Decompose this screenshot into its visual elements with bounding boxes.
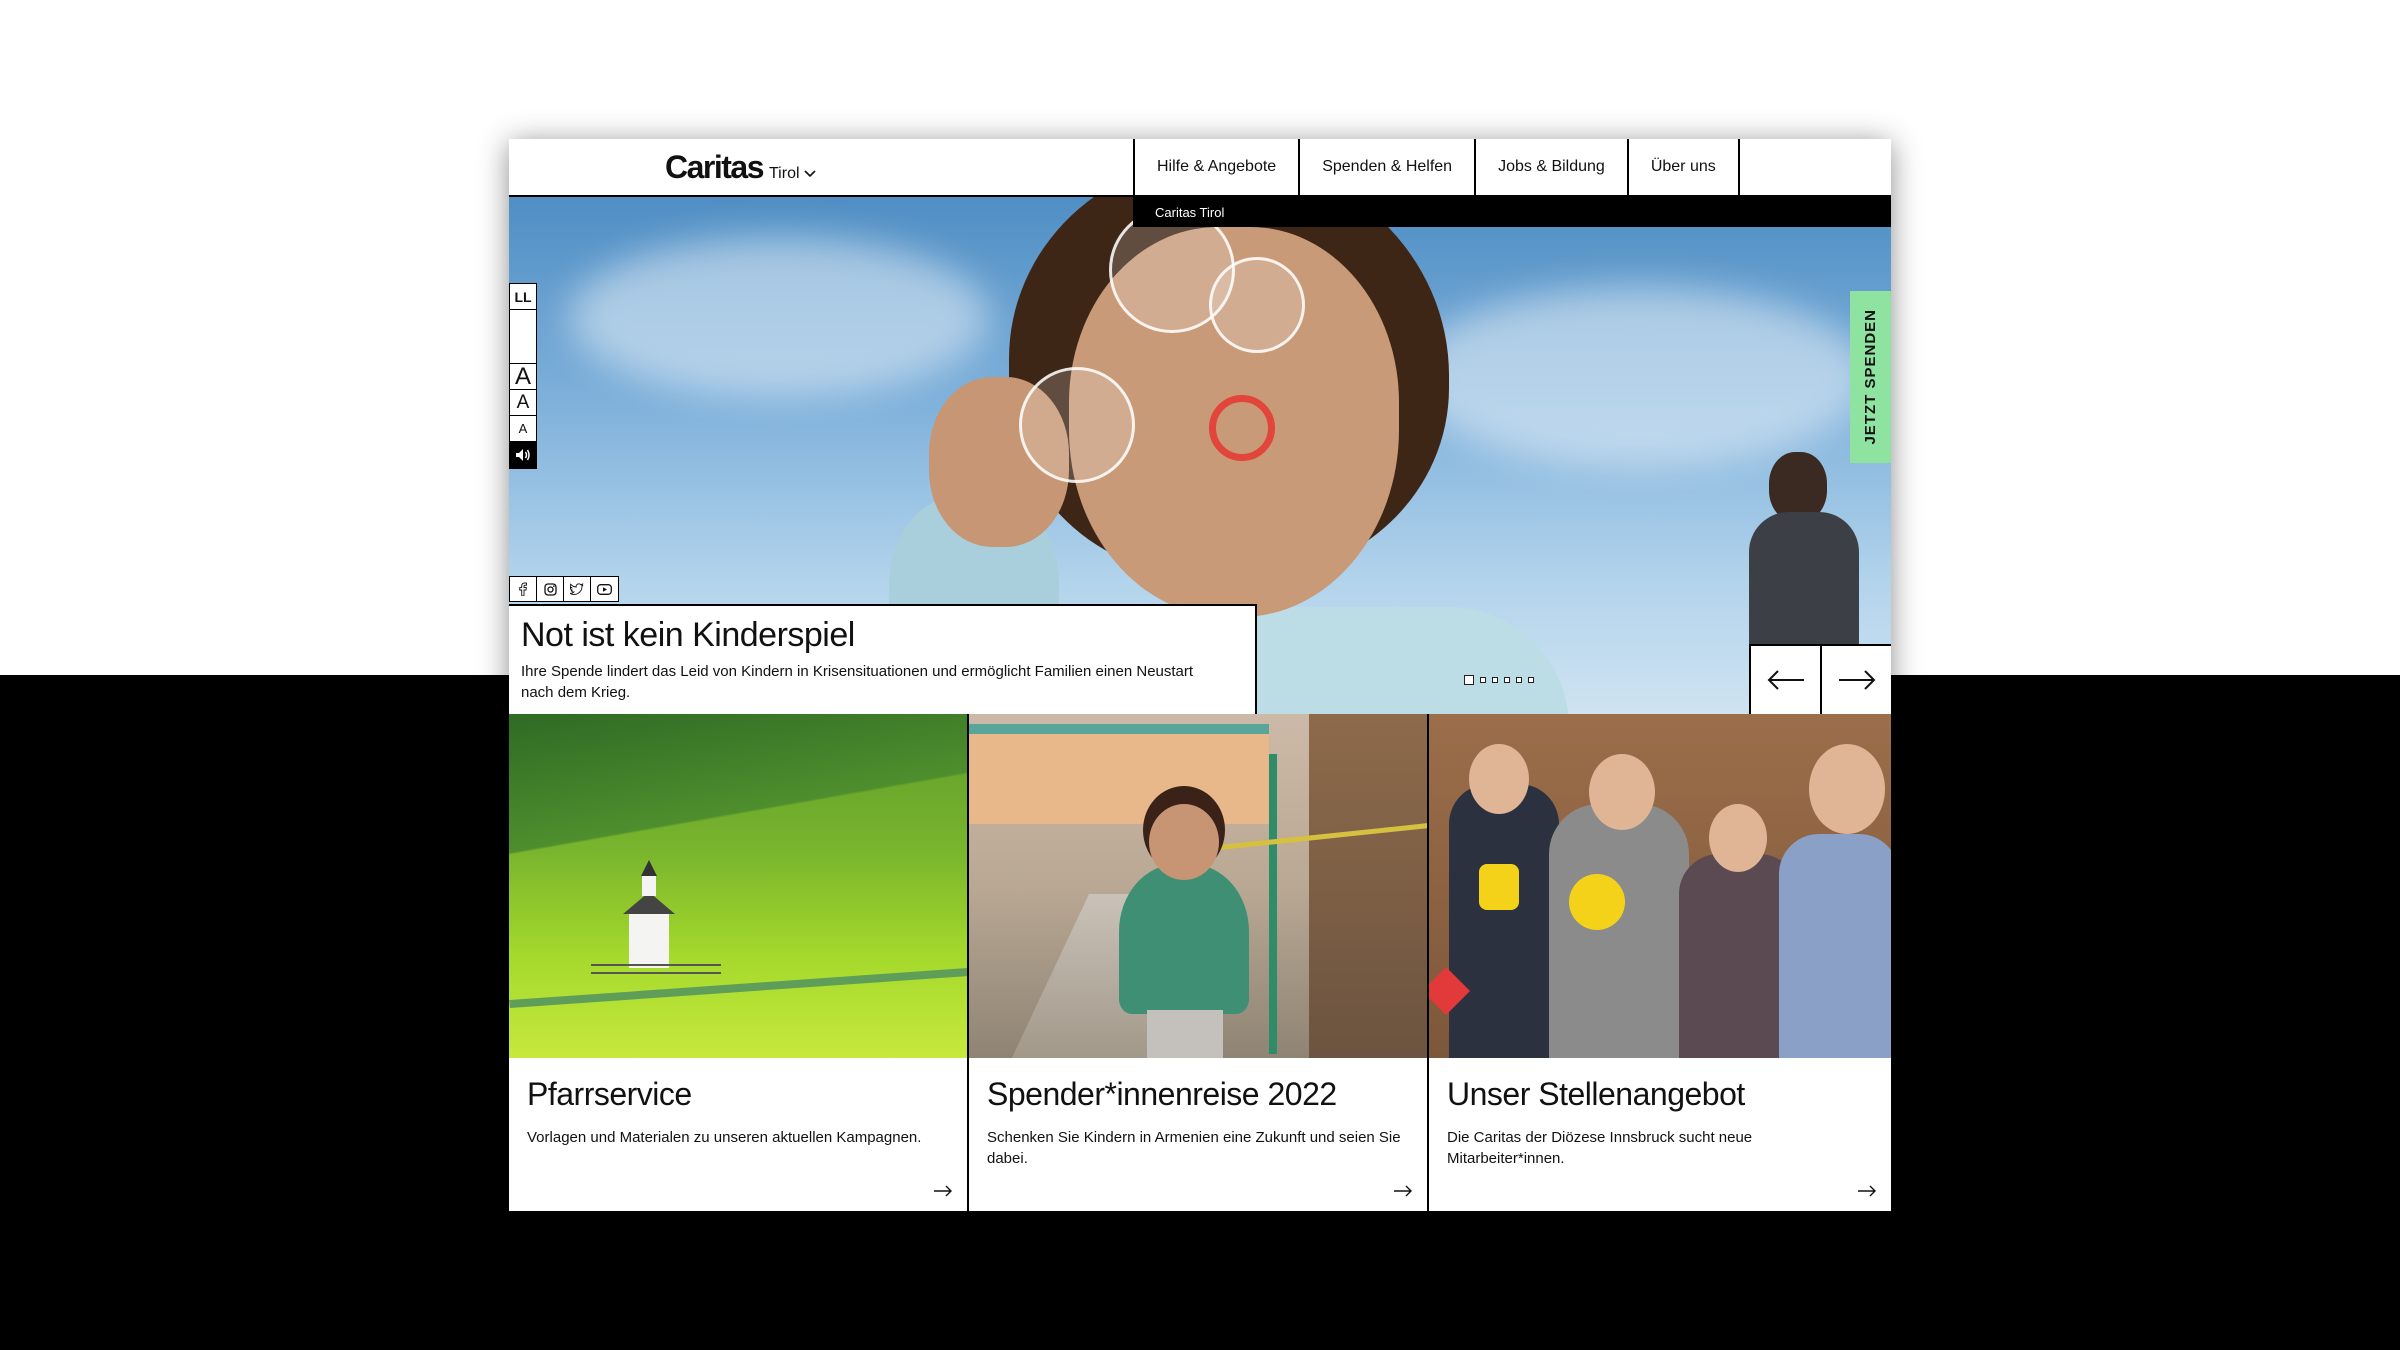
font-size-medium-button[interactable]: A <box>510 390 536 416</box>
child-head <box>1149 804 1219 880</box>
person-head <box>1709 804 1767 872</box>
chevron-down-icon <box>803 170 816 178</box>
slider-dot[interactable] <box>1464 675 1474 685</box>
card-body: Pfarrservice Vorlagen und Materialen zu … <box>509 1058 967 1211</box>
nav-item-spenden[interactable]: Spenden & Helfen <box>1300 139 1477 195</box>
breadcrumb-bar: Caritas Tirol <box>1133 197 1891 227</box>
teaser-card-pfarrservice[interactable]: Pfarrservice Vorlagen und Materialen zu … <box>509 714 969 1211</box>
read-aloud-button[interactable] <box>510 442 536 468</box>
easy-language-button[interactable]: LL <box>510 284 536 310</box>
speaker-icon <box>516 449 530 461</box>
card-body: Unser Stellenangebot Die Caritas der Diö… <box>1429 1058 1891 1211</box>
sky-cloud <box>569 237 989 397</box>
youtube-glyph <box>597 583 612 595</box>
card-text: Die Caritas der Diözese Innsbruck sucht … <box>1447 1129 1753 1167</box>
card-title: Unser Stellenangebot <box>1447 1076 1745 1112</box>
nav-item-jobs[interactable]: Jobs & Bildung <box>1476 139 1629 195</box>
bubble-wand <box>1209 395 1275 461</box>
child-legs <box>1147 1010 1223 1058</box>
region-selector[interactable]: Tirol <box>769 165 816 186</box>
nav-item-ueber-uns[interactable]: Über uns <box>1629 139 1740 195</box>
region-label: Tirol <box>769 165 800 182</box>
caritas-logo[interactable]: Caritas Tirol <box>665 149 816 186</box>
slider-pagination <box>1464 675 1534 685</box>
contrast-toggle[interactable] <box>510 310 536 364</box>
twitter-icon[interactable] <box>564 577 591 601</box>
person-4 <box>1779 834 1891 1058</box>
chapel <box>629 910 669 968</box>
social-links <box>509 576 619 602</box>
slider-dot[interactable] <box>1480 677 1486 683</box>
teaser-cards: Pfarrservice Vorlagen und Materialen zu … <box>509 714 1891 1211</box>
person-head <box>1809 744 1885 834</box>
card-title: Pfarrservice <box>527 1076 692 1112</box>
person-2 <box>1549 804 1689 1058</box>
youtube-icon[interactable] <box>591 577 618 601</box>
soap-bubble <box>1209 257 1305 353</box>
font-size-small-button[interactable]: A <box>510 416 536 442</box>
hero-caption[interactable]: Not ist kein Kinderspiel Ihre Spende lin… <box>509 604 1257 714</box>
meadow-chapel-image <box>509 714 967 1058</box>
stream <box>509 967 967 1009</box>
facebook-glyph <box>519 582 527 596</box>
slider-dot[interactable] <box>1516 677 1522 683</box>
card-title: Spender*innenreise 2022 <box>987 1076 1337 1112</box>
site-header: Caritas Tirol Hilfe & Angebote Spenden &… <box>509 139 1891 197</box>
team-photo-image <box>1429 714 1891 1058</box>
slider-arrows <box>1749 644 1891 714</box>
instagram-glyph <box>543 582 557 596</box>
child-jacket <box>1119 864 1249 1014</box>
arrow-right-icon[interactable] <box>1393 1185 1413 1197</box>
arrow-right-icon[interactable] <box>933 1185 953 1197</box>
donate-now-label: JETZT SPENDEN <box>1862 309 1879 445</box>
arrow-right-icon[interactable] <box>1857 1185 1877 1197</box>
slider-dot[interactable] <box>1492 677 1498 683</box>
person-1 <box>1449 784 1559 1058</box>
instagram-icon[interactable] <box>537 577 564 601</box>
twitter-glyph <box>570 583 584 595</box>
person-head <box>1469 744 1529 814</box>
building <box>969 734 1269 824</box>
fence <box>591 964 721 974</box>
sky-cloud <box>1409 287 1869 467</box>
chapel-tower <box>642 874 656 896</box>
slider-next-button[interactable] <box>1822 646 1891 714</box>
hero-text: Ihre Spende lindert das Leid von Kindern… <box>521 663 1194 701</box>
website-mockup: Caritas Tirol Hilfe & Angebote Spenden &… <box>509 139 1891 1211</box>
main-nav: Hilfe & Angebote Spenden & Helfen Jobs &… <box>1133 139 1740 195</box>
railing-post <box>1269 754 1277 1054</box>
trees <box>1309 714 1427 1058</box>
card-text: Vorlagen und Materialen zu unseren aktue… <box>527 1129 922 1146</box>
soap-bubble <box>1019 367 1135 483</box>
arrow-right-icon <box>1838 670 1875 690</box>
hero-slider: Caritas Tirol LL A A A Not ist kein Kind… <box>509 197 1891 714</box>
foam-hand-prop <box>1479 864 1519 910</box>
nav-item-hilfe[interactable]: Hilfe & Angebote <box>1135 139 1301 195</box>
donate-now-button[interactable]: JETZT SPENDEN <box>1850 291 1891 463</box>
slider-dot[interactable] <box>1528 677 1534 683</box>
card-text: Schenken Sie Kindern in Armenien eine Zu… <box>987 1129 1401 1167</box>
font-size-large-button[interactable]: A <box>510 363 536 390</box>
chapel-spire <box>641 860 657 876</box>
person-head <box>1589 754 1655 830</box>
logo-wordmark: Caritas <box>665 149 765 185</box>
child-armenia-image <box>969 714 1427 1058</box>
accessibility-toolbar: LL A A A <box>509 283 537 469</box>
card-body: Spender*innenreise 2022 Schenken Sie Kin… <box>969 1058 1427 1211</box>
smiley-prop <box>1569 874 1625 930</box>
facebook-icon[interactable] <box>510 577 537 601</box>
teaser-card-spenderinnenreise[interactable]: Spender*innenreise 2022 Schenken Sie Kin… <box>969 714 1429 1211</box>
hero-title: Not ist kein Kinderspiel <box>521 616 855 654</box>
arrow-left-icon <box>1767 670 1804 690</box>
slider-dot[interactable] <box>1504 677 1510 683</box>
slider-prev-button[interactable] <box>1751 646 1822 714</box>
hill-ridge <box>509 714 967 864</box>
teaser-card-stellenangebot[interactable]: Unser Stellenangebot Die Caritas der Diö… <box>1429 714 1891 1211</box>
